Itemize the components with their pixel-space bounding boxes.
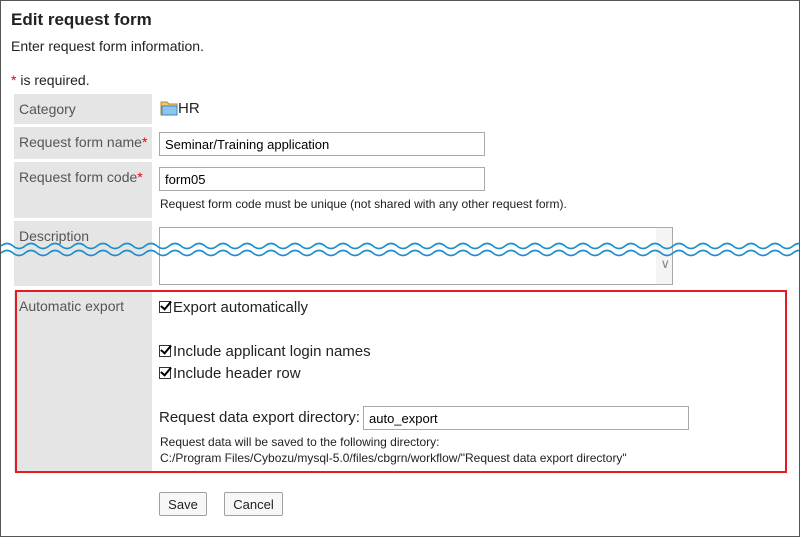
required-note-text: is required. <box>16 72 90 88</box>
request-form-name-input[interactable] <box>159 132 485 156</box>
save-button[interactable]: Save <box>159 492 207 516</box>
request-form-code-input[interactable] <box>159 167 485 191</box>
category-value[interactable]: HR <box>178 100 200 117</box>
category-label: Category <box>14 94 152 124</box>
required-mark: * <box>141 134 148 150</box>
request-form-name-label: Request form name* <box>14 127 152 159</box>
automatic-export-highlight <box>15 290 787 473</box>
request-form-code-help: Request form code must be unique (not sh… <box>160 197 567 211</box>
category-label-text: Category <box>19 101 76 117</box>
folder-icon <box>160 101 178 116</box>
edit-request-form-page: Edit request form Enter request form inf… <box>0 0 800 537</box>
omission-wave-divider <box>1 242 799 257</box>
page-title: Edit request form <box>11 10 152 29</box>
required-note: * is required. <box>11 72 90 88</box>
request-form-code-label: Request form code* <box>14 162 152 218</box>
request-form-name-label-text: Request form name <box>19 134 142 150</box>
cancel-button[interactable]: Cancel <box>224 492 283 516</box>
request-form-code-label-text: Request form code <box>19 169 138 185</box>
required-mark: * <box>137 169 143 185</box>
page-subtitle: Enter request form information. <box>11 38 204 54</box>
